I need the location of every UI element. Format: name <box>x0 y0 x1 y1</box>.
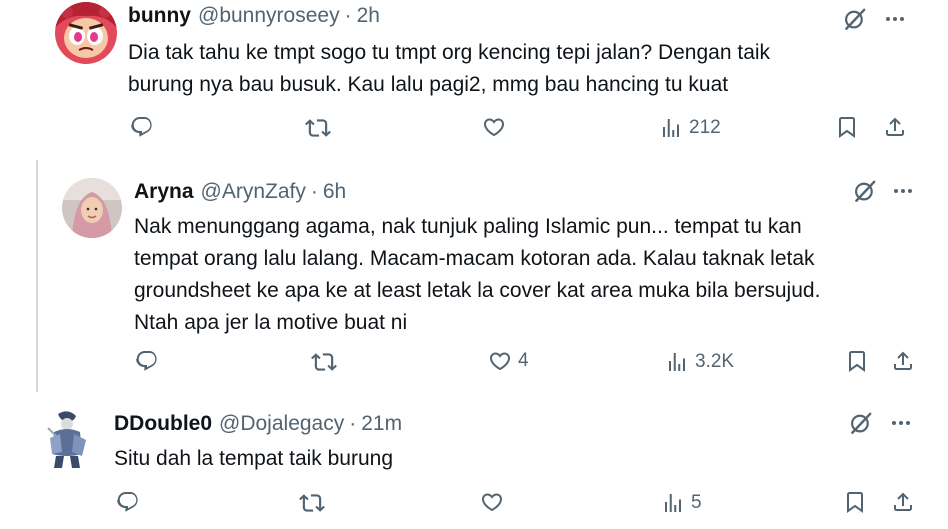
grok-slash-icon[interactable] <box>846 408 876 438</box>
views-button[interactable]: 212 <box>659 116 721 140</box>
reply-icon <box>135 349 159 373</box>
tweet-header: bunny @bunnyroseey · 2h <box>128 4 380 28</box>
like-count: 4 <box>518 350 529 371</box>
user-handle[interactable]: @Dojalegacy <box>219 412 344 436</box>
avatar[interactable] <box>62 178 122 238</box>
user-handle[interactable]: @ArynZafy <box>201 180 306 204</box>
share-icon <box>891 490 915 514</box>
bookmark-button[interactable] <box>835 115 859 139</box>
bookmark-icon <box>845 349 869 373</box>
bookmark-icon <box>835 115 859 139</box>
display-name[interactable]: bunny <box>128 4 191 28</box>
timestamp[interactable]: 21m <box>361 412 402 436</box>
tweet-text: Dia tak tahu ke tmpt sogo tu tmpt org ke… <box>128 37 770 101</box>
like-button[interactable] <box>482 115 512 139</box>
retweet-icon <box>299 490 325 516</box>
tweet-text-line: burung nya bau busuk. Kau lalu pagi2, mm… <box>128 73 729 96</box>
views-bars-icon <box>661 491 685 515</box>
tweet-item[interactable]: bunny @bunnyroseey · 2h Dia tak tahu ke … <box>0 0 948 160</box>
timestamp[interactable]: 2h <box>357 4 380 28</box>
tweet-text-line: Situ dah la tempat taik burung <box>114 447 394 470</box>
bookmark-button[interactable] <box>843 490 867 514</box>
tweet-header: Aryna @ArynZafy · 6h <box>134 180 346 204</box>
timestamp[interactable]: 6h <box>323 180 346 204</box>
grok-slash-icon[interactable] <box>850 176 880 206</box>
share-button[interactable] <box>891 490 915 514</box>
more-dots-icon[interactable] <box>888 176 918 206</box>
share-icon <box>891 349 915 373</box>
like-heart-icon <box>488 349 512 373</box>
like-heart-icon <box>480 490 504 514</box>
reply-icon <box>130 115 154 139</box>
views-count: 212 <box>689 117 721 138</box>
views-bars-icon <box>665 350 689 374</box>
tweet-text-line: Nak menunggang agama, nak tunjuk paling … <box>134 215 802 238</box>
avatar[interactable] <box>55 2 117 64</box>
share-icon <box>883 115 907 139</box>
like-button[interactable]: 4 <box>488 349 529 373</box>
tweet-text: Nak menunggang agama, nak tunjuk paling … <box>134 211 820 339</box>
like-button[interactable] <box>480 490 510 514</box>
share-button[interactable] <box>891 349 915 373</box>
views-count: 3.2K <box>695 351 735 372</box>
tweet-item[interactable]: DDouble0 @Dojalegacy · 21m Situ dah la t… <box>0 392 948 529</box>
reply-icon <box>116 490 140 514</box>
like-heart-icon <box>482 115 506 139</box>
views-count: 5 <box>691 492 702 513</box>
tweet-text-line: Dia tak tahu ke tmpt sogo tu tmpt org ke… <box>128 41 771 64</box>
user-handle[interactable]: @bunnyroseey <box>198 4 340 28</box>
separator-dot: · <box>344 4 352 27</box>
separator-dot: · <box>349 412 357 435</box>
retweet-button[interactable] <box>311 349 337 375</box>
tweet-header: DDouble0 @Dojalegacy · 21m <box>114 412 402 436</box>
tweet-item[interactable]: Aryna @ArynZafy · 6h Nak menunggang agam… <box>0 160 948 392</box>
tweet-text: Situ dah la tempat taik burung <box>114 443 393 475</box>
bookmark-icon <box>843 490 867 514</box>
separator-dot: · <box>310 180 318 203</box>
share-button[interactable] <box>883 115 907 139</box>
grok-slash-icon[interactable] <box>840 4 870 34</box>
avatar[interactable] <box>44 408 90 470</box>
reply-button[interactable] <box>135 349 159 373</box>
tweet-text-line: Ntah apa jer la motive buat ni <box>134 311 408 334</box>
tweet-text-line: groundsheet ke apa ke at least letak la … <box>134 279 821 302</box>
retweet-icon <box>305 115 331 141</box>
tweet-text-line: tempat orang lalu lalang. Macam-macam ko… <box>134 247 815 270</box>
views-button[interactable]: 5 <box>661 491 702 515</box>
more-dots-icon[interactable] <box>880 4 910 34</box>
reply-button[interactable] <box>130 115 154 139</box>
display-name[interactable]: DDouble0 <box>114 412 212 436</box>
retweet-button[interactable] <box>305 115 331 141</box>
reply-button[interactable] <box>116 490 140 514</box>
retweet-icon <box>311 349 337 375</box>
more-dots-icon[interactable] <box>886 408 916 438</box>
display-name[interactable]: Aryna <box>134 180 194 204</box>
views-button[interactable]: 3.2K <box>665 350 734 374</box>
retweet-button[interactable] <box>299 490 325 516</box>
views-bars-icon <box>659 116 683 140</box>
bookmark-button[interactable] <box>845 349 869 373</box>
